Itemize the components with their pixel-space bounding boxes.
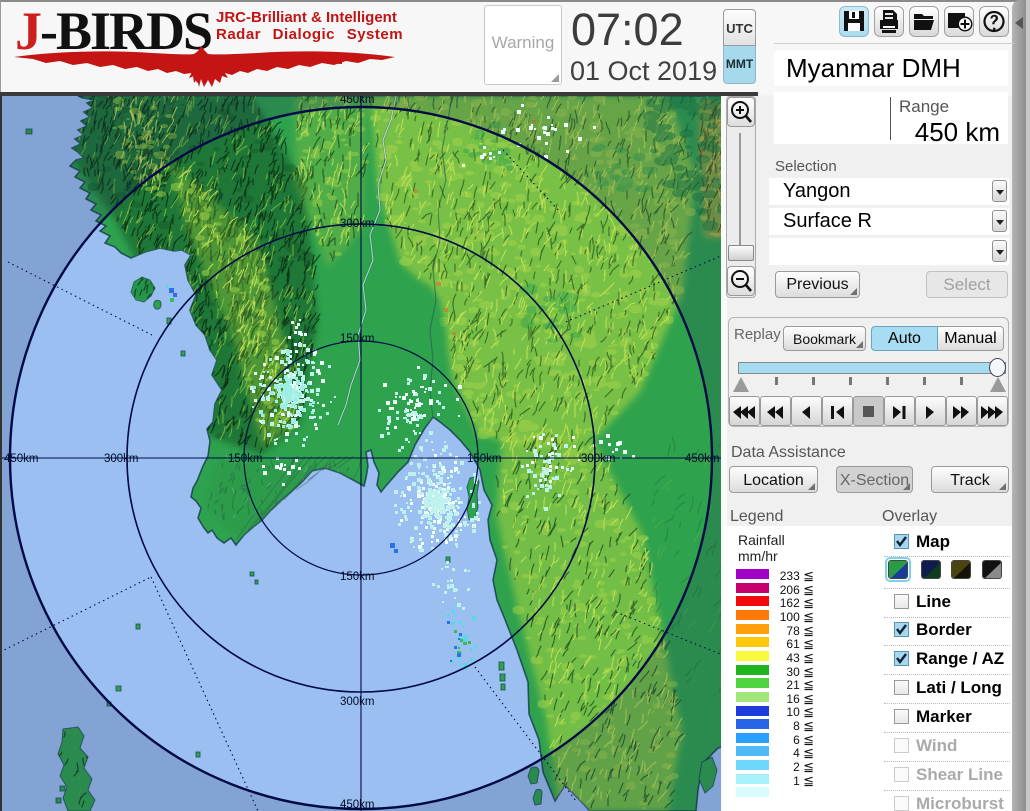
svg-text:300km: 300km [581, 453, 616, 465]
svg-text:300km: 300km [340, 218, 375, 230]
svg-text:300km: 300km [104, 453, 139, 465]
svg-text:450km: 450km [340, 799, 375, 811]
svg-text:150km: 150km [340, 571, 375, 583]
svg-text:450km: 450km [340, 96, 375, 106]
svg-text:150km: 150km [467, 453, 502, 465]
svg-text:450km: 450km [4, 453, 39, 465]
svg-text:450km: 450km [685, 453, 720, 465]
svg-text:150km: 150km [228, 453, 263, 465]
svg-text:150km: 150km [340, 333, 375, 345]
svg-text:300km: 300km [340, 696, 375, 708]
